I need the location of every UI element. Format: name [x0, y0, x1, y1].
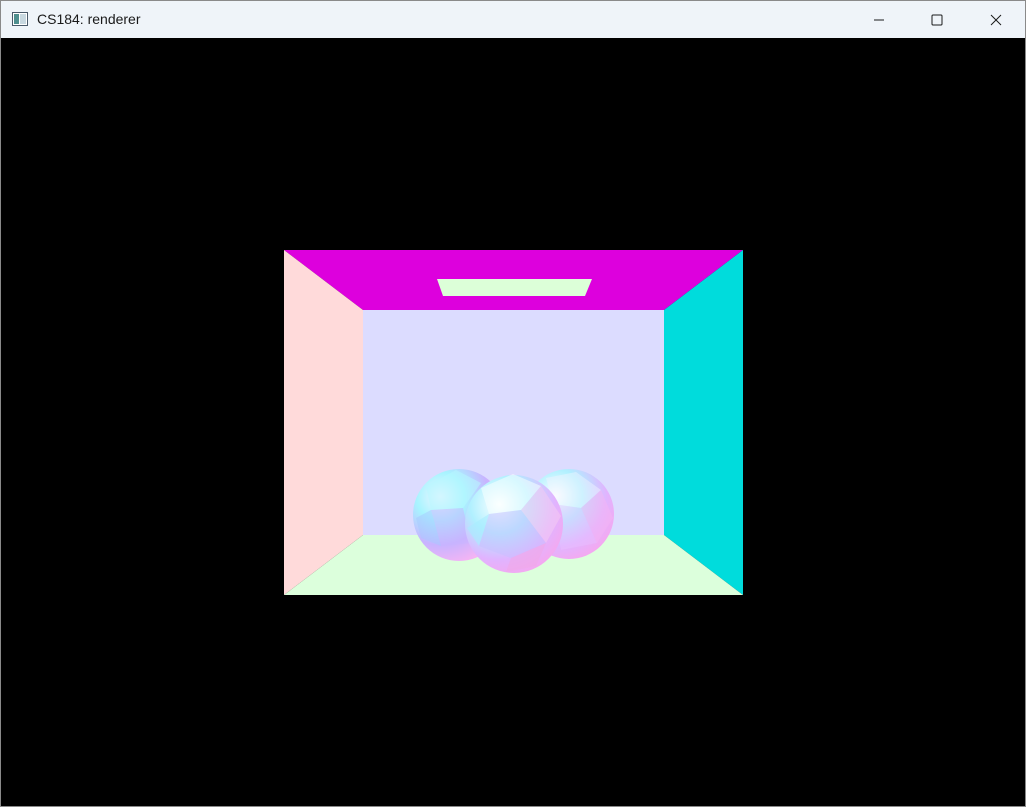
window-title: CS184: renderer [37, 11, 141, 27]
rendered-scene [1, 38, 1025, 806]
render-viewport[interactable] [1, 38, 1025, 806]
title-bar[interactable]: CS184: renderer [1, 1, 1025, 38]
close-button[interactable] [967, 1, 1025, 38]
minimize-icon [874, 19, 884, 20]
app-window-icon [12, 12, 28, 26]
maximize-icon [931, 14, 943, 25]
box-left-wall [284, 250, 363, 595]
close-icon [990, 14, 1002, 25]
ceiling-light [437, 279, 592, 296]
box-right-wall [664, 250, 743, 595]
app-window: CS184: renderer [0, 0, 1026, 807]
minimize-button[interactable] [850, 1, 908, 38]
maximize-button[interactable] [908, 1, 966, 38]
